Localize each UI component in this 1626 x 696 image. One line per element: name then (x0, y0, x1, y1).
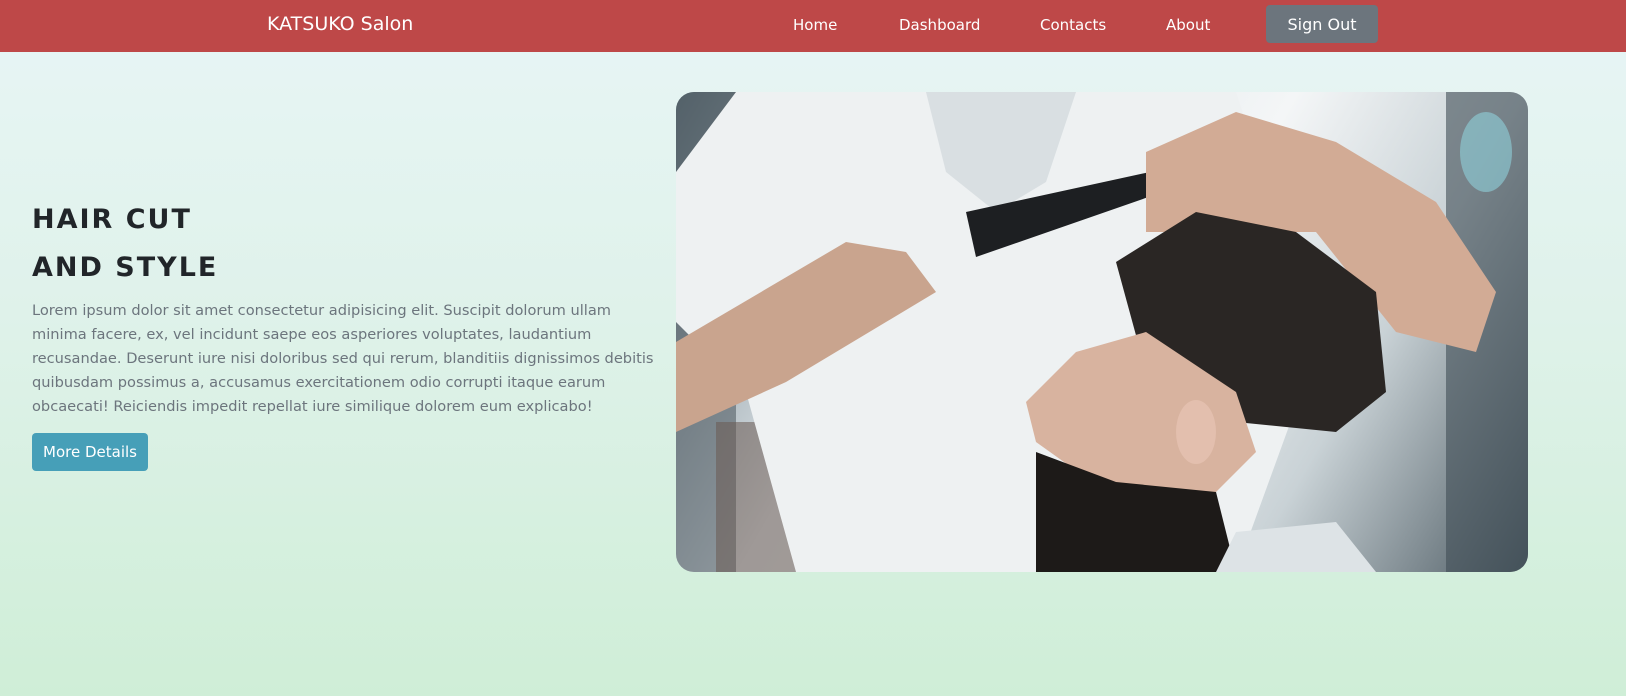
hero-title-line-1: HAIR CUT (32, 204, 192, 235)
sign-out-button[interactable]: Sign Out (1266, 5, 1378, 43)
hero-description: Lorem ipsum dolor sit amet consectetur a… (32, 302, 654, 415)
more-details-button[interactable]: More Details (32, 433, 148, 471)
nav-link-contacts[interactable]: Contacts (1040, 16, 1106, 34)
nav-link-home[interactable]: Home (793, 16, 837, 34)
hero-image (676, 92, 1528, 572)
hero-title-line-2: AND STYLE (32, 252, 219, 283)
navbar: KATSUKO Salon Home Dashboard Contacts Ab… (0, 0, 1626, 52)
nav-link-dashboard[interactable]: Dashboard (899, 16, 980, 34)
barber-photo-illustration (676, 92, 1528, 572)
nav-link-about[interactable]: About (1166, 16, 1210, 34)
brand-logo[interactable]: KATSUKO Salon (267, 13, 413, 35)
